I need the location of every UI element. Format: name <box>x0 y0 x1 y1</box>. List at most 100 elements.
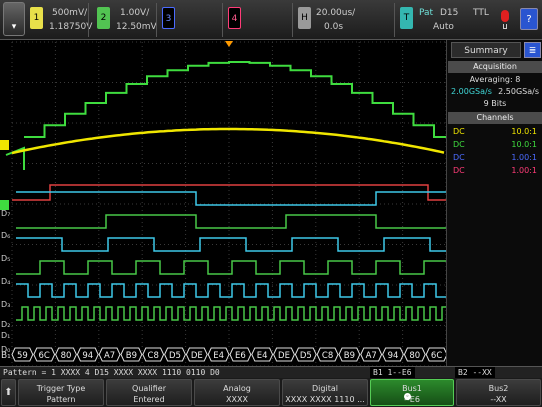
digital-channel-trace <box>16 191 446 206</box>
bus-value: 80 <box>61 351 72 361</box>
softkey-title: Qualifier <box>132 384 166 393</box>
softkey-title: Bus2 <box>488 384 509 393</box>
knob-icon: ◦ <box>404 393 411 400</box>
softkey-value: XXXX XXXX 1110 ... <box>285 395 365 404</box>
ch1-number: 1 <box>33 13 40 23</box>
divider <box>222 3 223 37</box>
channel-probe: 10.0:1 <box>511 127 537 136</box>
help-icon[interactable]: ? <box>520 8 538 30</box>
bus-value: D5 <box>300 351 312 361</box>
channel-coupling: DC <box>453 140 465 149</box>
bus-value: E4 <box>213 351 224 361</box>
bus-value: 94 <box>82 351 93 361</box>
analog-softkey[interactable]: Analog XXXX <box>194 379 280 406</box>
divider <box>394 3 395 37</box>
bus-value: D5 <box>169 351 181 361</box>
horizontal-key[interactable]: H <box>298 7 311 29</box>
bus-value: A7 <box>104 351 115 361</box>
digital-channel-label: D₁ <box>1 331 10 340</box>
channel-probe: 1.00:1 <box>511 153 537 162</box>
ch2-number: 2 <box>100 13 107 23</box>
digital-channel-label: D₇ <box>1 209 10 218</box>
chevron-down-icon: ▾ <box>11 22 17 32</box>
bus-value: C8 <box>148 351 159 361</box>
softkey-title: Trigger Type <box>36 384 86 393</box>
bus-value: E6 <box>235 351 246 361</box>
horizontal-key-label: H <box>301 13 308 23</box>
digital-channel-label: D₃ <box>1 300 10 309</box>
channel-probe: 1.00:1 <box>511 166 537 175</box>
ch4-indicator[interactable]: 4 <box>228 7 241 29</box>
tab-summary[interactable]: Summary <box>451 42 521 58</box>
softkey-value: XXXX <box>226 395 248 404</box>
digital-softkey[interactable]: Digital XXXX XXXX 1110 ... <box>282 379 368 406</box>
softkey-value: Pattern <box>46 395 76 404</box>
back-arrow-icon[interactable]: ⬆ <box>1 379 16 406</box>
waveform-svg: D₇D₆D₅D₄D₃D₂D₁D₀B₁ 59 6C 80 94 A7 B9 C8 D5 DE E4 E6… <box>0 41 446 366</box>
digital-channel-trace <box>16 283 446 298</box>
divider <box>156 3 157 37</box>
trigger-source: D15 <box>440 8 459 18</box>
microphone-stand-icon <box>503 24 507 29</box>
trigger-key[interactable]: T <box>400 7 413 29</box>
channel-row-4: DC 1.00:1 <box>451 165 539 176</box>
sample-rate-left: 2.00GSa/s <box>451 87 492 96</box>
channel-1-trace <box>11 127 445 155</box>
ch3-number: 3 <box>165 14 172 24</box>
trigger-type-softkey[interactable]: Trigger Type Pattern <box>18 379 104 406</box>
digital-channel-trace <box>16 306 446 321</box>
ch1-offset: 1.18750V <box>49 22 93 32</box>
bus1-softkey[interactable]: Bus1 --E6 <box>370 379 454 406</box>
sample-rate-row: 2.00GSa/s 2.50GSa/s <box>451 86 539 97</box>
ch4-number: 4 <box>231 14 238 24</box>
bus-value: E4 <box>257 351 268 361</box>
bus-label: B₁ <box>1 351 11 361</box>
menu-button[interactable]: ▾ <box>3 2 25 36</box>
bus-value: DE <box>191 351 203 361</box>
sample-rate-right: 2.50GSa/s <box>498 87 539 96</box>
bus1-pattern: B1 1--E6 <box>370 367 415 378</box>
bus-value: B9 <box>126 351 137 361</box>
bits-value: 9 Bits <box>483 99 507 108</box>
digital-channel-trace <box>16 260 446 275</box>
channel-probe: 10.0:1 <box>511 140 537 149</box>
digital-channel-label: D₅ <box>1 254 10 263</box>
ch1-indicator[interactable]: 1 <box>30 7 43 29</box>
bus-value: 6C <box>431 351 442 361</box>
trigger-level: TTL <box>473 8 489 18</box>
summary-panel: Summary ≣ Acquisition Averaging: 8 2.00G… <box>446 40 542 366</box>
pattern-bar: Pattern = 1 XXXX 4 D15 XXXX XXXX 1110 01… <box>0 366 542 378</box>
bus-value: 80 <box>409 351 420 361</box>
ch3-indicator[interactable]: 3 <box>162 7 175 29</box>
softkey-value: --E6 <box>404 395 420 404</box>
trigger-type: Pat <box>419 8 434 18</box>
trigger-mode: Auto <box>433 22 454 32</box>
pattern-text: Pattern = 1 XXXX 4 D15 XXXX XXXX 1110 01… <box>3 368 220 377</box>
bus2-pattern: B2 --XX <box>455 367 495 378</box>
digital-channel-label: D₂ <box>1 320 10 329</box>
bus-value: A7 <box>366 351 377 361</box>
bus2-softkey[interactable]: Bus2 --XX <box>456 379 541 406</box>
horizontal-scale: 20.00us/ <box>316 8 356 18</box>
trigger-position-marker <box>225 41 233 47</box>
softkey-title: Digital <box>312 384 338 393</box>
channel-coupling: DC <box>453 166 465 175</box>
digital-channel-trace <box>16 214 446 229</box>
bus-value: B9 <box>344 351 355 361</box>
qualifier-softkey[interactable]: Qualifier Entered <box>106 379 192 406</box>
ch2-indicator[interactable]: 2 <box>97 7 110 29</box>
microphone-icon[interactable] <box>501 10 509 22</box>
waveform-display: D₇ D₆ D₅ D₄ D₃ D₂ D₁ D₀ B₁ 59 6C 80 94 A7 B9 C8 D5 DE E4 E6… <box>0 40 446 366</box>
digital-channel-label: D₄ <box>1 277 10 286</box>
horizontal-delay: 0.0s <box>324 22 344 32</box>
bus-value: 59 <box>17 351 28 361</box>
trigger-key-label: T <box>403 13 410 23</box>
channel-row-3: DC 1.00:1 <box>451 152 539 163</box>
channels-header: Channels <box>448 112 542 124</box>
acquisition-header: Acquisition <box>448 61 542 73</box>
menu-list-icon[interactable]: ≣ <box>524 42 541 58</box>
softkey-title: Bus1 <box>402 384 422 393</box>
channel-row-1: DC 10.0:1 <box>451 126 539 137</box>
channel-2-trace <box>24 61 446 138</box>
channel-1-ground-marker <box>0 140 9 150</box>
